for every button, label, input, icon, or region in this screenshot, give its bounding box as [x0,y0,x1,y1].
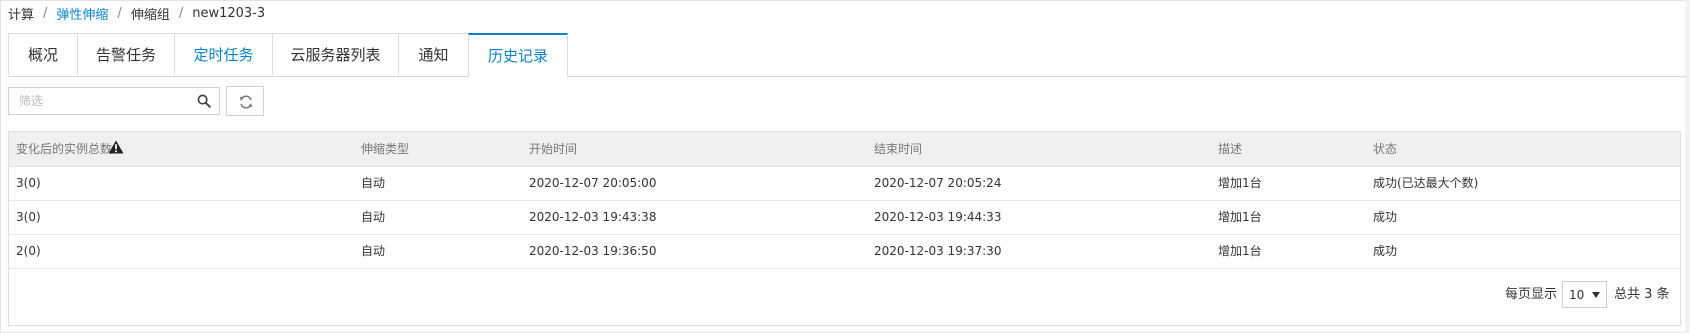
chevron-down-icon [1592,292,1600,298]
cell-start-time: 2020-12-03 19:36:50 [529,244,657,258]
cell-scaling-type: 自动 [361,244,386,258]
tab-scheduled-tasks[interactable]: 定时任务 [174,33,273,75]
cell-end-time: 2020-12-07 20:05:24 [874,176,1002,190]
warning-icon[interactable] [108,140,124,154]
cell-scaling-type: 自动 [361,210,386,224]
cell-instance-count: 2(0) [16,244,41,258]
tab-bar: 概况 告警任务 定时任务 云服务器列表 通知 历史记录 [8,33,1686,77]
header-scaling-type: 伸缩类型 [361,142,410,156]
cell-end-time: 2020-12-03 19:37:30 [874,244,1002,258]
header-start-time: 开始时间 [529,142,578,156]
table-row[interactable]: 2(0) 自动 2020-12-03 19:36:50 2020-12-03 1… [9,234,1680,269]
cell-instance-count: 3(0) [16,176,41,190]
breadcrumb-separator: / [178,5,184,21]
cell-end-time: 2020-12-03 19:44:33 [874,210,1002,224]
filter-box [8,87,220,115]
header-description: 描述 [1218,142,1243,156]
filter-input[interactable] [9,88,209,114]
header-status: 状态 [1373,142,1398,156]
table-row[interactable]: 3(0) 自动 2020-12-03 19:43:38 2020-12-03 1… [9,200,1680,235]
cell-status: 成功(已达最大个数) [1373,176,1479,190]
page-size-select[interactable]: 10 [1562,281,1607,308]
cell-status: 成功 [1373,210,1398,224]
breadcrumb-current-group: new1203-3 [192,5,266,21]
search-icon[interactable] [197,94,211,108]
tab-overview[interactable]: 概况 [8,33,78,75]
breadcrumb: 计算 / 弹性伸缩 / 伸缩组 / new1203-3 [8,4,266,23]
breadcrumb-separator: / [117,5,122,21]
cell-description: 增加1台 [1218,176,1262,190]
breadcrumb-compute[interactable]: 计算 [8,4,34,23]
header-end-time: 结束时间 [874,142,923,156]
refresh-button[interactable] [226,86,264,116]
breadcrumb-scaling-group[interactable]: 伸缩组 [131,4,170,23]
table-row[interactable]: 3(0) 自动 2020-12-07 20:05:00 2020-12-07 2… [9,166,1680,201]
breadcrumb-auto-scaling[interactable]: 弹性伸缩 [56,4,108,23]
page-size-value: 10 [1569,288,1585,302]
history-table: 变化后的实例总数 伸缩类型 开始时间 结束时间 描述 状态 3(0) 自动 20… [8,131,1681,326]
breadcrumb-separator: / [43,5,48,21]
cell-status: 成功 [1373,244,1398,258]
tab-history[interactable]: 历史记录 [468,33,568,77]
cell-description: 增加1台 [1218,210,1262,224]
cell-scaling-type: 自动 [361,176,386,190]
cell-start-time: 2020-12-03 19:43:38 [529,210,657,224]
header-instance-count[interactable]: 变化后的实例总数 [16,132,112,166]
total-count-label: 总共 3 条 [1614,287,1670,302]
cell-description: 增加1台 [1218,244,1262,258]
tab-alarm-tasks[interactable]: 告警任务 [77,33,175,75]
tab-notifications[interactable]: 通知 [398,33,469,75]
cell-start-time: 2020-12-07 20:05:00 [529,176,657,190]
tab-server-list[interactable]: 云服务器列表 [272,33,399,75]
refresh-icon [240,95,252,109]
table-header: 变化后的实例总数 伸缩类型 开始时间 结束时间 描述 状态 [9,132,1680,167]
per-page-label: 每页显示 [1505,287,1558,302]
cell-instance-count: 3(0) [16,210,41,224]
